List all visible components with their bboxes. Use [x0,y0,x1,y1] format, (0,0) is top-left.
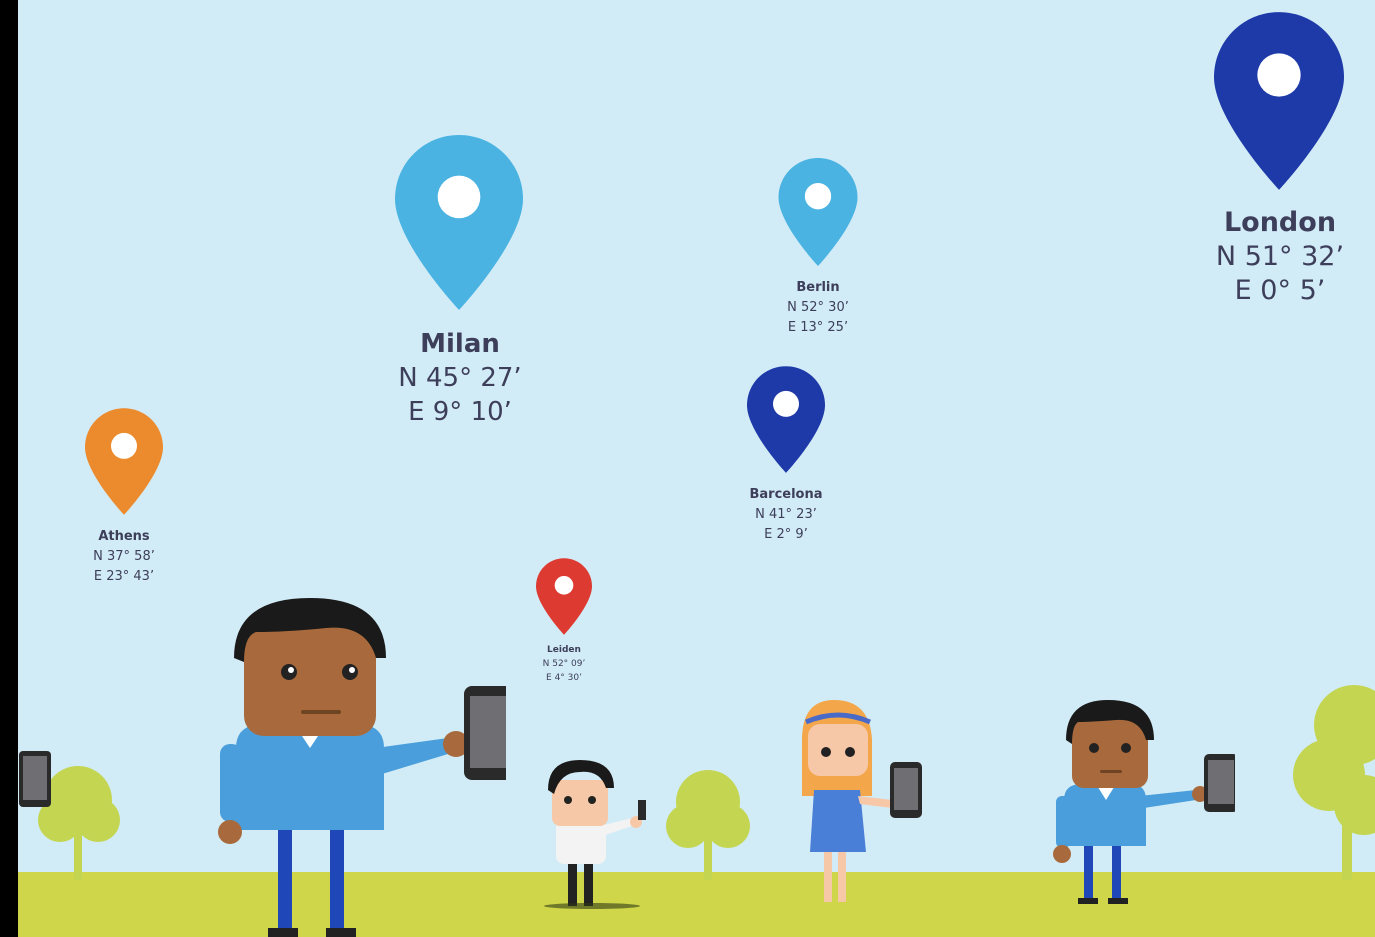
berlin-pin-icon [778,158,858,266]
location-label-london: London N 51° 32’ E 0° 5’ [1216,206,1344,308]
london-pin-icon [1214,12,1344,190]
city-name: London [1223,207,1337,238]
tree-right [1284,665,1375,880]
illustration-canvas: London N 51° 32’ E 0° 5’ Milan N 45° 27’… [18,0,1375,937]
longitude: E 2° 9’ [764,527,808,542]
tree-center [660,752,756,880]
location-label-leiden: Leiden N 52° 09’ E 4° 30’ [543,643,586,685]
latitude: N 52° 09’ [542,659,586,669]
milan-pin-icon [395,135,523,310]
leiden-pin-icon [536,558,592,635]
latitude: N 37° 58’ [93,549,155,564]
city-name: Berlin [796,280,840,295]
longitude: E 23° 43’ [93,569,155,584]
longitude: E 9° 10’ [408,397,512,427]
person-right-icon [1050,700,1235,905]
person-small-icon [540,760,650,910]
location-label-athens: Athens N 37° 58’ E 23° 43’ [93,527,155,587]
city-name: Barcelona [749,487,823,502]
barcelona-pin-icon [747,366,825,473]
city-name: Athens [98,529,150,544]
location-label-berlin: Berlin N 52° 30’ E 13° 25’ [787,278,849,338]
longitude: E 0° 5’ [1234,275,1326,306]
person-girl-icon [780,700,930,905]
person-large-icon [216,598,506,937]
athens-pin-icon [85,408,163,515]
latitude: N 45° 27’ [398,363,522,393]
location-label-milan: Milan N 45° 27’ E 9° 10’ [398,327,521,429]
location-label-barcelona: Barcelona N 41° 23’ E 2° 9’ [749,485,822,545]
city-name: Leiden [547,645,581,655]
longitude: E 4° 30’ [546,673,582,683]
city-name: Milan [420,329,500,359]
smartphone-icon [18,750,52,808]
longitude: E 13° 25’ [787,320,849,335]
latitude: N 51° 32’ [1215,241,1345,272]
latitude: N 52° 30’ [787,300,849,315]
latitude: N 41° 23’ [755,507,817,522]
